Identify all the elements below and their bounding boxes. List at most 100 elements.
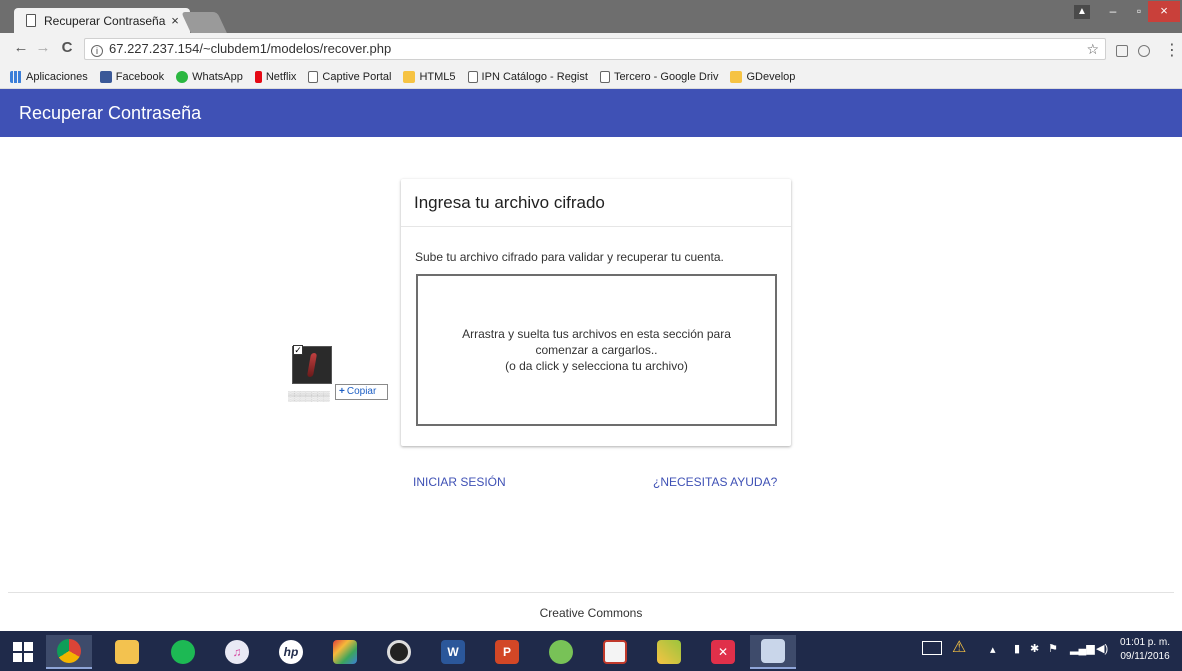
footer-divider: [8, 592, 1174, 593]
tab-title: Recuperar Contraseña: [44, 13, 166, 28]
snipping-tool-icon: [761, 639, 785, 663]
close-window-button[interactable]: ×: [1148, 1, 1180, 22]
word-icon: W: [441, 640, 465, 664]
network-icon[interactable]: ▂▄▆: [1070, 642, 1095, 655]
taskbar-xmind[interactable]: ✕: [700, 635, 746, 669]
bookmark-item[interactable]: Netflix: [254, 70, 297, 83]
bookmark-star-icon[interactable]: ☆: [1086, 39, 1099, 59]
file-dropzone[interactable]: Arrastra y suelta tus archivos en esta s…: [416, 274, 777, 426]
app-icon: [333, 640, 357, 664]
tray-expand-icon[interactable]: ▴: [990, 643, 996, 656]
page-title: Recuperar Contraseña: [19, 103, 202, 123]
hp-icon: hp: [279, 640, 303, 664]
back-button[interactable]: ←: [12, 39, 30, 56]
checkbox-icon: ✓: [293, 345, 303, 355]
footer-text: Creative Commons: [539, 606, 643, 620]
folder-icon: [403, 70, 416, 83]
bookmark-label: WhatsApp: [192, 70, 243, 83]
windows-icon: [13, 642, 33, 662]
forward-button[interactable]: →: [34, 39, 52, 56]
powerpoint-icon: P: [495, 640, 519, 664]
browser-menu-icon[interactable]: ⋮: [1164, 40, 1180, 60]
taskbar-app[interactable]: [322, 635, 368, 669]
taskbar-paint[interactable]: [592, 635, 638, 669]
taskbar-android-studio[interactable]: [538, 635, 584, 669]
clock-time: 01:01 p. m.: [1120, 637, 1171, 648]
taskbar-spotify[interactable]: [160, 635, 206, 669]
taskbar-word[interactable]: W: [430, 635, 476, 669]
taskbar-chrome[interactable]: [46, 635, 92, 669]
clock-date: 09/11/2016: [1120, 651, 1170, 662]
taskbar-itunes[interactable]: ♫: [214, 635, 260, 669]
site-info-icon[interactable]: i: [91, 45, 103, 57]
bookmark-label: Tercero - Google Driv: [613, 70, 719, 83]
warning-icon[interactable]: ⚠: [952, 637, 966, 657]
apps-icon: [10, 70, 22, 83]
page-icon: [467, 70, 478, 83]
card-description: Sube tu archivo cifrado para validar y r…: [415, 250, 724, 264]
nf-icon: [254, 70, 262, 83]
user-profile-icon[interactable]: ▲: [1074, 5, 1090, 19]
bookmark-label: Netflix: [265, 70, 297, 83]
bookmark-item[interactable]: Facebook: [99, 70, 165, 83]
flag-icon[interactable]: ⚑: [1048, 642, 1058, 655]
taskbar-hp[interactable]: hp: [268, 635, 314, 669]
dropzone-instructions: Arrastra y suelta tus archivos en esta s…: [462, 327, 731, 357]
taskbar-powerpoint[interactable]: P: [484, 635, 530, 669]
bluetooth-icon[interactable]: ✱: [1030, 642, 1039, 655]
bookmarks-bar: Aplicaciones Facebook WhatsApp Netflix Capti…: [0, 65, 1182, 89]
bookmark-item[interactable]: Aplicaciones: [10, 70, 88, 83]
system-clock[interactable]: 01:01 p. m. 09/11/2016: [1120, 636, 1170, 664]
login-link[interactable]: INICIAR SESIÓN: [413, 475, 506, 489]
bookmark-item[interactable]: IPN Catálogo - Regist: [467, 70, 588, 83]
page-icon: [308, 70, 319, 83]
dragged-file-name: ▒▒▒▒▒▒▒: [288, 391, 330, 401]
app-header: Recuperar Contraseña: [0, 89, 1182, 137]
extension-icon[interactable]: [1138, 45, 1150, 57]
tab-close-button[interactable]: ×: [168, 13, 182, 28]
webcam-icon: [387, 640, 411, 664]
battery-icon[interactable]: ▮: [1014, 642, 1020, 655]
bookmark-label: Aplicaciones: [26, 70, 88, 83]
bookmark-item[interactable]: HTML5: [403, 70, 456, 83]
spotify-icon: [171, 640, 195, 664]
bookmark-item[interactable]: WhatsApp: [176, 70, 243, 83]
bookmark-label: Facebook: [115, 70, 165, 83]
taskbar-snipping-tool[interactable]: [750, 635, 796, 669]
tool-icon: [657, 640, 681, 664]
minimize-button[interactable]: –: [1100, 3, 1126, 21]
volume-icon[interactable]: ◀): [1096, 642, 1108, 655]
folder-icon: [730, 70, 743, 83]
url-text: 67.227.237.154/~clubdem1/modelos/recover…: [109, 41, 392, 56]
itunes-icon: ♫: [225, 640, 249, 664]
android-studio-icon: [549, 640, 573, 664]
page-icon: [599, 70, 610, 83]
copy-tooltip: + Copiar: [335, 384, 388, 400]
dropzone-hint: (o da click y selecciona tu archivo): [505, 359, 688, 373]
start-button[interactable]: [0, 635, 46, 669]
card-title: Ingresa tu archivo cifrado: [401, 179, 791, 227]
reload-button[interactable]: C: [58, 39, 76, 56]
copy-label: Copiar: [346, 386, 377, 397]
bookmark-label: IPN Catálogo - Regist: [481, 70, 588, 83]
browser-tab[interactable]: Recuperar Contraseña ×: [14, 8, 190, 33]
bookmark-label: GDevelop: [746, 70, 796, 83]
bookmark-item[interactable]: Tercero - Google Driv: [599, 70, 719, 83]
plus-icon: +: [339, 386, 345, 397]
extension-icon[interactable]: [1116, 45, 1128, 57]
bookmark-item[interactable]: GDevelop: [730, 70, 796, 83]
taskbar-tool[interactable]: [646, 635, 692, 669]
keyboard-icon[interactable]: [922, 641, 942, 655]
help-link[interactable]: ¿NECESITAS AYUDA?: [653, 475, 777, 489]
file-explorer-icon: [115, 640, 139, 664]
footer: Creative Commons: [0, 606, 1182, 620]
bookmark-item[interactable]: Captive Portal: [308, 70, 392, 83]
paint-icon: [603, 640, 627, 664]
taskbar-webcam[interactable]: [376, 635, 422, 669]
browser-titlebar: Recuperar Contraseña × ▲ – ▫ ×: [0, 0, 1182, 33]
chrome-icon: [57, 639, 81, 663]
url-bar[interactable]: i 67.227.237.154/~clubdem1/modelos/recove…: [84, 38, 1106, 60]
browser-toolbar: ← → C i 67.227.237.154/~clubdem1/modelos/…: [0, 33, 1182, 65]
taskbar-file-explorer[interactable]: [104, 635, 150, 669]
bookmark-label: Captive Portal: [322, 70, 392, 83]
